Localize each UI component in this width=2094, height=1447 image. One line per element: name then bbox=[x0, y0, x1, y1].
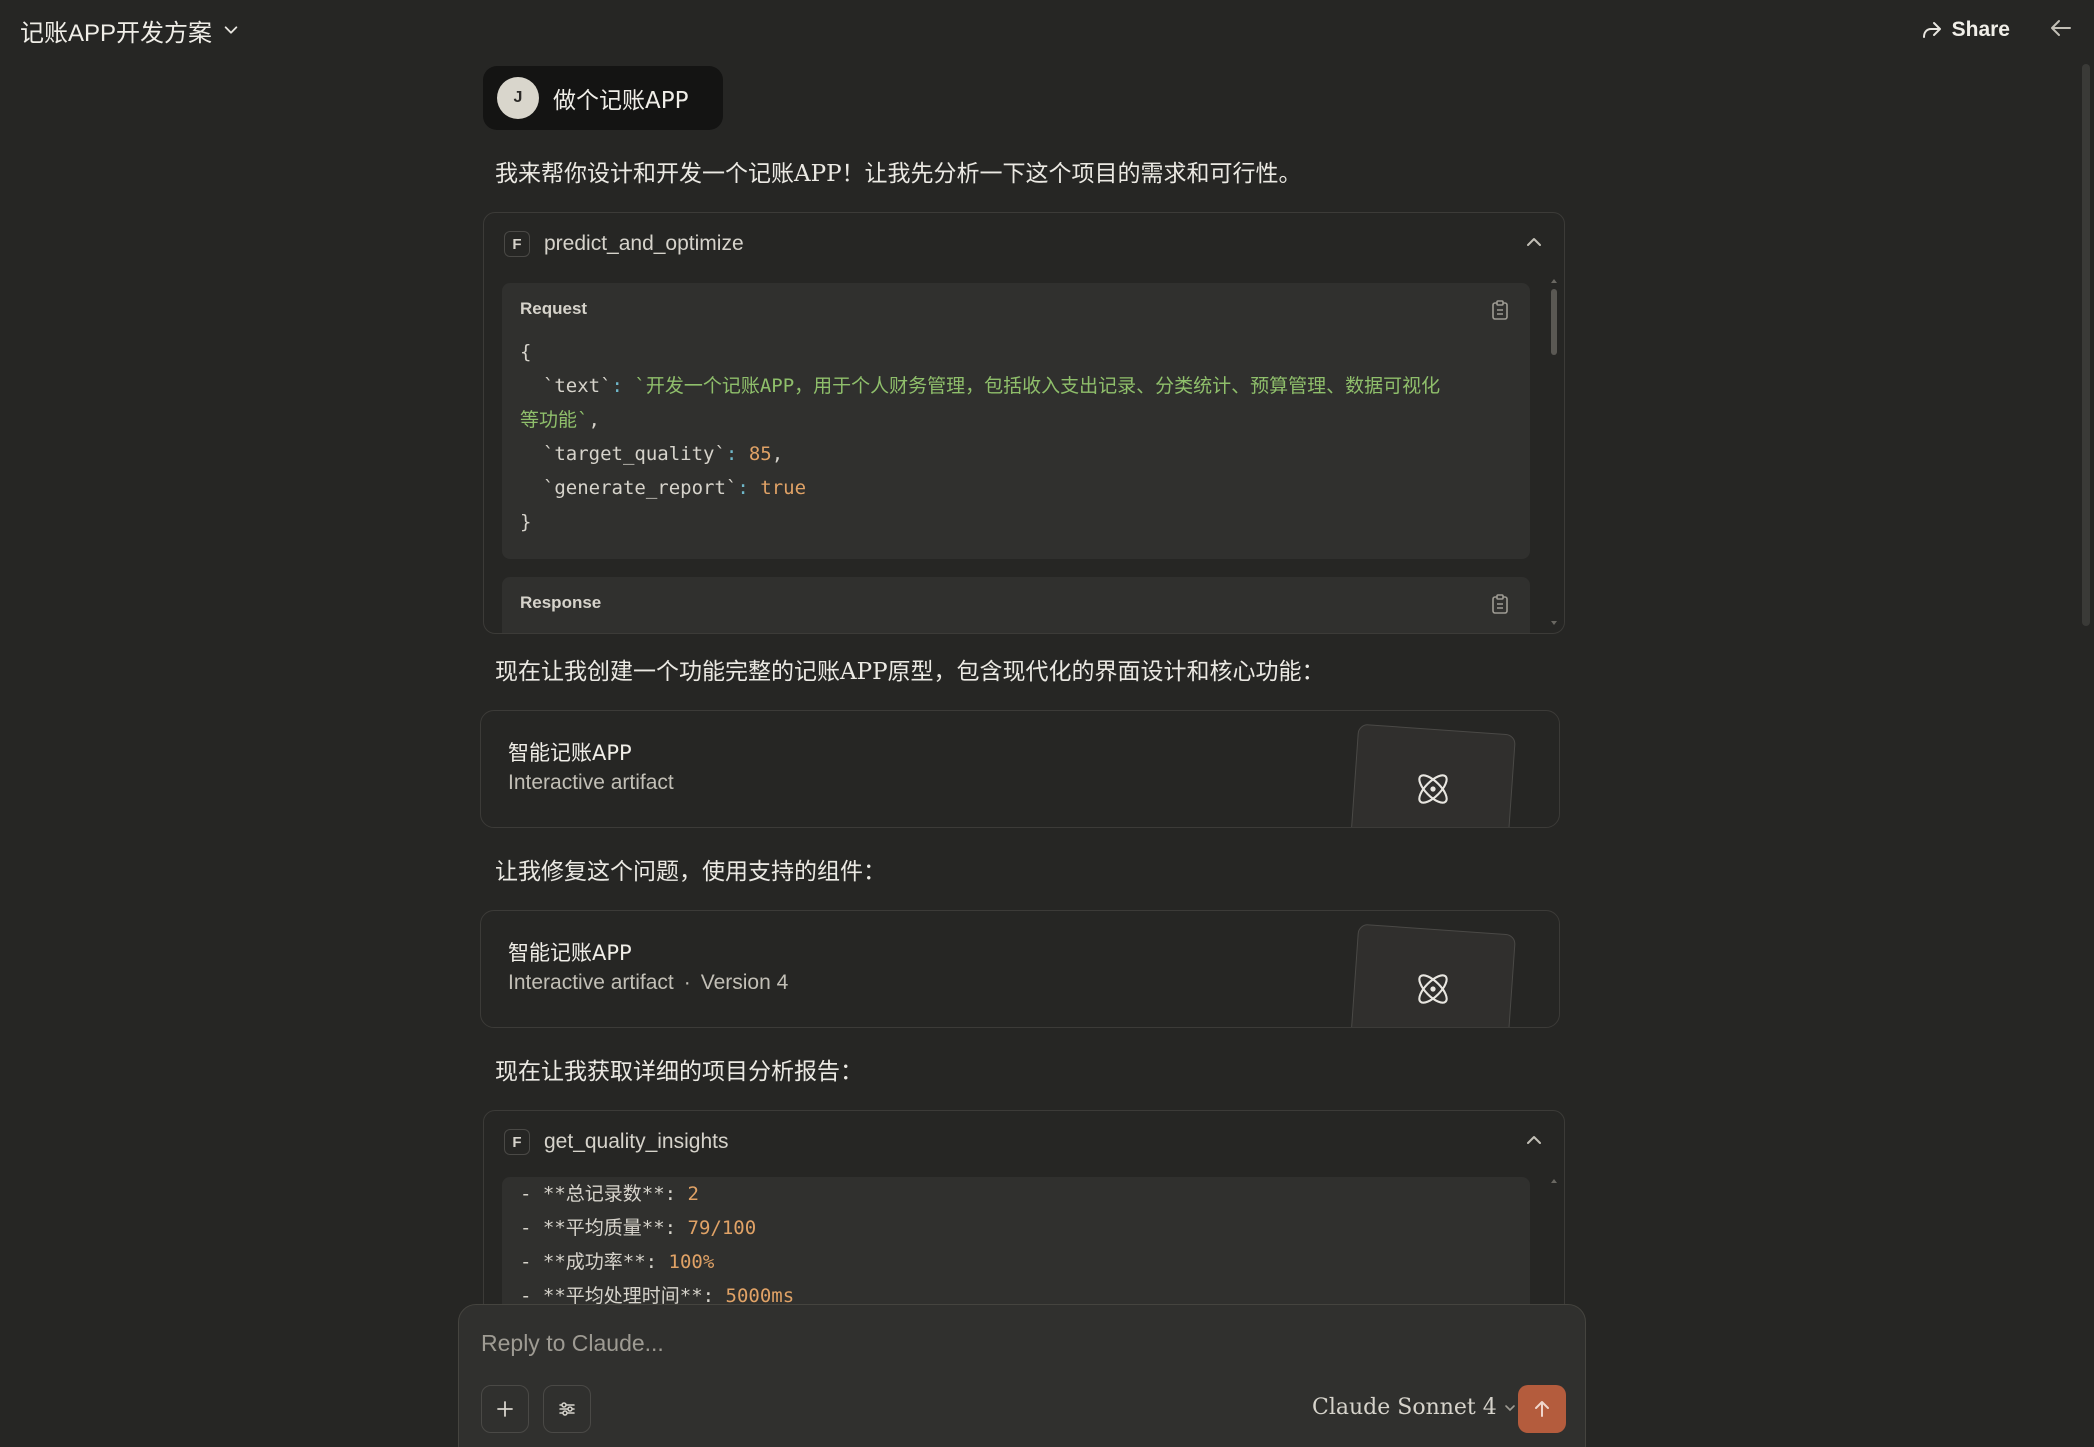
artifact-thumbnail bbox=[1350, 723, 1516, 827]
arrow-up-icon bbox=[1535, 1401, 1549, 1417]
reply-composer: Claude Sonnet 4 bbox=[458, 1304, 1586, 1447]
copy-icon[interactable] bbox=[1490, 593, 1510, 615]
artifact-subtitle: Interactive artifact bbox=[508, 771, 674, 794]
artifact-thumbnail bbox=[1350, 923, 1516, 1027]
share-button[interactable]: Share bbox=[1920, 18, 2010, 42]
artifact-subtitle: Interactive artifact · Version 4 bbox=[508, 971, 789, 994]
react-atom-icon bbox=[1418, 774, 1448, 804]
artifact-card[interactable]: 智能记账APP Interactive artifact · Version 4 bbox=[480, 910, 1560, 1028]
assistant-message-2: 现在让我创建一个功能完整的记账APP原型，包含现代化的界面设计和核心功能： bbox=[495, 659, 1325, 685]
user-message: J 做个记账APP bbox=[483, 66, 723, 130]
send-button[interactable] bbox=[1518, 1385, 1566, 1433]
request-code: { `text`: `开发一个记账APP，用于个人财务管理，包括收入支出记录、分… bbox=[520, 341, 1441, 533]
chat-title-dropdown[interactable]: 记账APP开发方案 bbox=[20, 13, 240, 48]
copy-icon[interactable] bbox=[1490, 299, 1510, 321]
tool-call-header[interactable]: F get_quality_insights bbox=[484, 1111, 1564, 1173]
artifact-title: 智能记账APP bbox=[508, 941, 632, 965]
response-panel: Response bbox=[502, 577, 1530, 633]
arrow-left-icon bbox=[2051, 19, 2071, 36]
model-selector[interactable]: Claude Sonnet 4 bbox=[1312, 1395, 1517, 1420]
close-panel-button[interactable] bbox=[2048, 15, 2074, 46]
list-item: - **平均质量**: 79/100 bbox=[520, 1217, 757, 1239]
list-item: - **成功率**: 100% bbox=[520, 1251, 715, 1273]
chevron-up-icon[interactable] bbox=[1524, 1130, 1544, 1155]
function-icon: F bbox=[504, 231, 530, 257]
list-item: - **总记录数**: 2 bbox=[520, 1183, 699, 1205]
response-label: Response bbox=[520, 593, 602, 612]
chevron-down-icon bbox=[1504, 1404, 1515, 1411]
function-icon: F bbox=[504, 1129, 530, 1155]
request-label: Request bbox=[520, 299, 588, 318]
page-scrollbar[interactable] bbox=[2082, 64, 2090, 626]
artifact-version: Version 4 bbox=[700, 971, 789, 994]
tool-name: predict_and_optimize bbox=[544, 232, 744, 255]
tools-button[interactable] bbox=[543, 1385, 591, 1433]
request-panel: Request { `text`: `开发一个记账APP，用于个人财务管理，包括… bbox=[502, 283, 1530, 559]
top-bar: 记账APP开发方案 Share bbox=[0, 0, 2094, 60]
user-message-text: 做个记账APP bbox=[553, 88, 689, 114]
reply-input[interactable] bbox=[481, 1323, 1481, 1363]
chat-title: 记账APP开发方案 bbox=[20, 19, 213, 47]
assistant-message-4: 现在让我获取详细的项目分析报告： bbox=[495, 1059, 863, 1085]
model-name: Claude Sonnet 4 bbox=[1312, 1395, 1497, 1420]
react-atom-icon bbox=[1418, 974, 1448, 1004]
chevron-down-icon bbox=[224, 26, 238, 34]
assistant-message-intro: 我来帮你设计和开发一个记账APP！让我先分析一下这个项目的需求和可行性。 bbox=[495, 161, 1302, 187]
tool-call-header[interactable]: F predict_and_optimize bbox=[484, 213, 1564, 275]
tool-call-card: F predict_and_optimize Request { `text`:… bbox=[483, 212, 1565, 634]
sliders-icon bbox=[559, 1402, 575, 1416]
share-label: Share bbox=[1951, 18, 2010, 41]
tool-scrollbar[interactable] bbox=[1550, 1177, 1558, 1197]
artifact-card[interactable]: 智能记账APP Interactive artifact bbox=[480, 710, 1560, 828]
tool-scrollbar[interactable] bbox=[1550, 277, 1558, 627]
artifact-title: 智能记账APP bbox=[508, 741, 632, 765]
chevron-up-icon[interactable] bbox=[1524, 232, 1544, 257]
avatar: J bbox=[497, 77, 539, 119]
share-icon bbox=[1922, 22, 1941, 38]
tool-name: get_quality_insights bbox=[544, 1130, 729, 1153]
add-attachment-button[interactable] bbox=[481, 1385, 529, 1433]
plus-icon bbox=[497, 1401, 513, 1417]
insights-list: - **总记录数**: 2 - **平均质量**: 79/100 - **成功率… bbox=[520, 1177, 794, 1313]
assistant-message-3: 让我修复这个问题，使用支持的组件： bbox=[495, 859, 886, 885]
